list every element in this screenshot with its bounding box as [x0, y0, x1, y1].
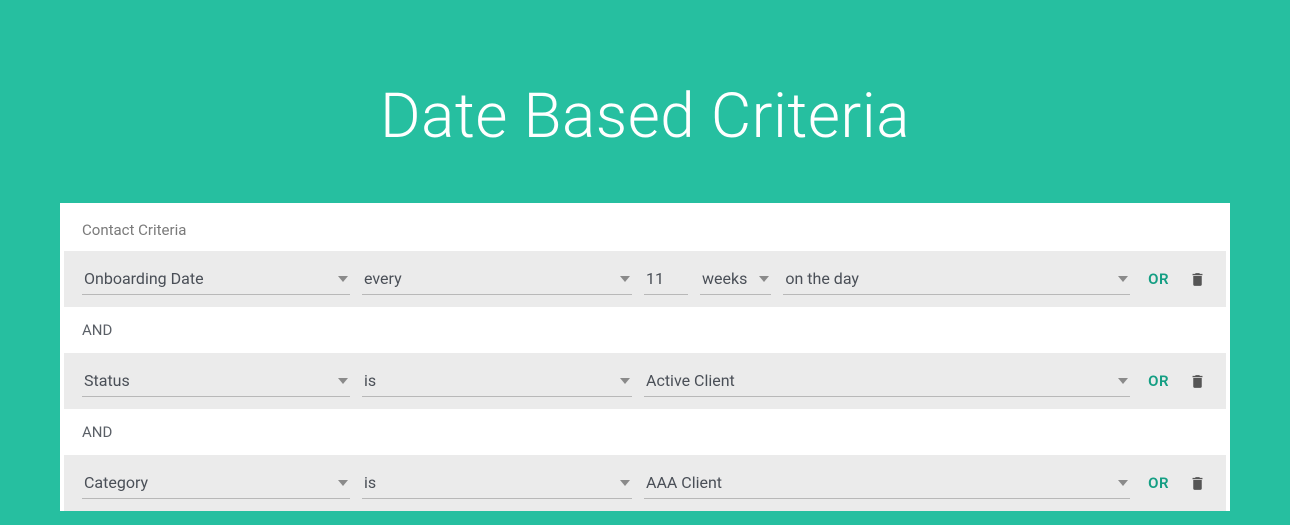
or-button[interactable]: OR — [1142, 266, 1175, 292]
or-button[interactable]: OR — [1142, 470, 1175, 496]
field-select[interactable]: Onboarding Date — [82, 263, 350, 295]
and-label: AND — [60, 409, 1230, 455]
trash-icon — [1189, 373, 1206, 390]
field-select-value: Onboarding Date — [84, 269, 204, 288]
chevron-down-icon — [338, 276, 348, 282]
chevron-down-icon — [759, 276, 769, 282]
value-select-value: Active Client — [646, 371, 735, 390]
chevron-down-icon — [620, 378, 630, 384]
delete-button[interactable] — [1187, 473, 1208, 494]
unit-select[interactable]: weeks — [700, 263, 771, 295]
trash-icon — [1189, 475, 1206, 492]
timing-select[interactable]: on the day — [783, 263, 1130, 295]
value-select-value: AAA Client — [646, 473, 722, 492]
page-title: Date Based Criteria — [0, 0, 1290, 203]
value-select[interactable]: AAA Client — [644, 467, 1130, 499]
operator-select[interactable]: is — [362, 467, 632, 499]
number-input-wrap — [644, 263, 688, 295]
operator-select-value: is — [364, 473, 376, 492]
criteria-row: Onboarding Date every weeks on the day O… — [64, 251, 1226, 307]
chevron-down-icon — [620, 480, 630, 486]
delete-button[interactable] — [1187, 371, 1208, 392]
field-select[interactable]: Status — [82, 365, 350, 397]
chevron-down-icon — [338, 480, 348, 486]
trash-icon — [1189, 271, 1206, 288]
delete-button[interactable] — [1187, 269, 1208, 290]
operator-select[interactable]: is — [362, 365, 632, 397]
and-label: AND — [60, 307, 1230, 353]
or-button[interactable]: OR — [1142, 368, 1175, 394]
criteria-row: Status is Active Client OR — [64, 353, 1226, 409]
number-input[interactable] — [646, 269, 686, 288]
unit-select-value: weeks — [702, 269, 747, 288]
section-label: Contact Criteria — [60, 221, 1230, 251]
chevron-down-icon — [1118, 276, 1128, 282]
field-select[interactable]: Category — [82, 467, 350, 499]
operator-select[interactable]: every — [362, 263, 632, 295]
chevron-down-icon — [1118, 378, 1128, 384]
chevron-down-icon — [620, 276, 630, 282]
timing-select-value: on the day — [785, 269, 859, 288]
chevron-down-icon — [338, 378, 348, 384]
criteria-panel: Contact Criteria Onboarding Date every w… — [60, 203, 1230, 511]
field-select-value: Category — [84, 473, 148, 492]
operator-select-value: every — [364, 269, 402, 288]
field-select-value: Status — [84, 371, 130, 390]
operator-select-value: is — [364, 371, 376, 390]
value-select[interactable]: Active Client — [644, 365, 1130, 397]
criteria-row: Category is AAA Client OR — [64, 455, 1226, 511]
chevron-down-icon — [1118, 480, 1128, 486]
